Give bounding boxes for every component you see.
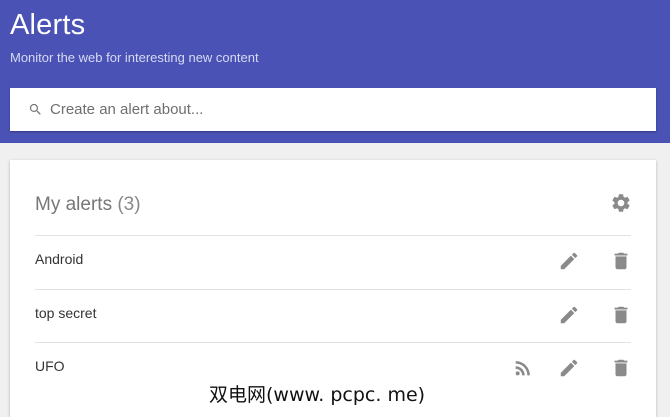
trash-icon[interactable]	[610, 304, 632, 326]
alerts-count: (3)	[117, 194, 141, 215]
trash-icon[interactable]	[610, 250, 632, 272]
pencil-icon[interactable]	[558, 357, 580, 379]
rss-icon[interactable]	[512, 357, 534, 379]
alert-name: Android	[35, 251, 84, 267]
search-input[interactable]	[50, 88, 640, 131]
header-bar: Alerts Monitor the web for interesting n…	[0, 0, 670, 143]
alert-name: top secret	[35, 305, 97, 321]
my-alerts-label: My alerts	[35, 194, 113, 215]
search-icon	[29, 103, 41, 115]
trash-icon[interactable]	[610, 357, 632, 379]
gear-icon[interactable]	[610, 192, 632, 214]
page-subtitle: Monitor the web for interesting new cont…	[10, 50, 259, 65]
watermark-text: 双电网(www. pcpc. me)	[205, 380, 430, 407]
alert-name: UFO	[35, 358, 65, 374]
my-alerts-title: My alerts (3)	[35, 194, 141, 216]
my-alerts-card: My alerts (3) Android top secret UFO	[10, 160, 656, 417]
page-title: Alerts	[10, 9, 86, 41]
pencil-icon[interactable]	[558, 250, 580, 272]
pencil-icon[interactable]	[558, 304, 580, 326]
search-box[interactable]	[10, 88, 656, 131]
alert-row: Android	[35, 235, 631, 288]
alert-row: top secret	[35, 289, 631, 342]
